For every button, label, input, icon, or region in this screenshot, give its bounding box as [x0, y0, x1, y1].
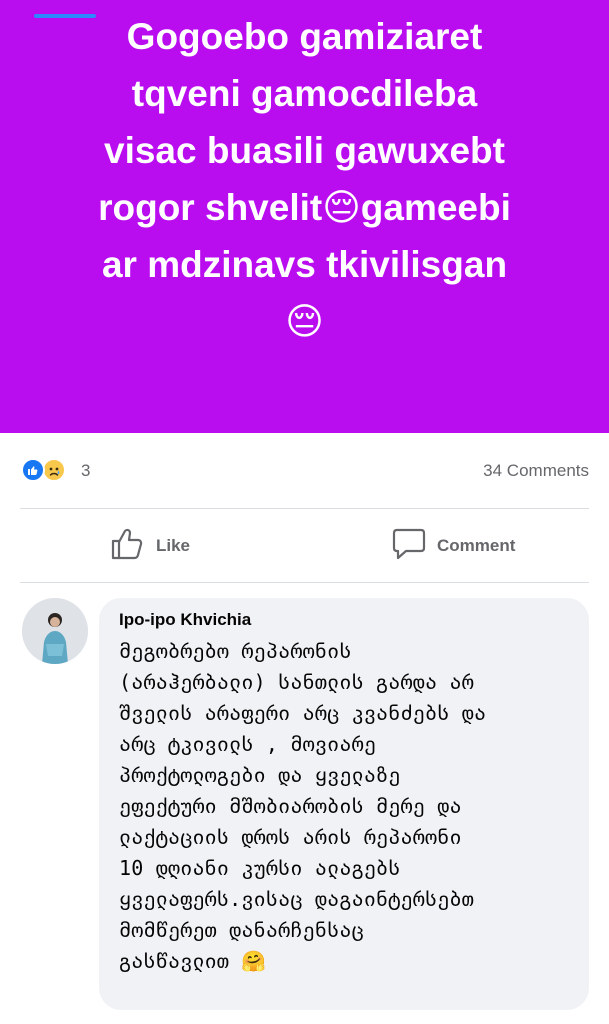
post-text: Gogoebo gamiziaret tqveni gamocdileba vi… — [98, 16, 511, 342]
thumbs-up-icon — [110, 527, 146, 566]
post-actions: Like Comment — [0, 510, 609, 582]
avatar[interactable] — [22, 598, 88, 664]
comment-author[interactable]: Ipo-ipo Khvichia — [119, 610, 251, 630]
comments-count[interactable]: 34 Comments — [483, 461, 589, 481]
reaction-count[interactable]: 3 — [81, 461, 90, 481]
like-reaction-icon — [21, 458, 45, 482]
divider — [20, 508, 589, 509]
comment-button[interactable]: Comment — [391, 528, 515, 564]
sad-reaction-icon — [42, 458, 66, 482]
comment-icon — [391, 527, 427, 566]
reaction-summary[interactable]: 3 34 Comments — [0, 447, 609, 493]
post-background: Gogoebo gamiziaret tqveni gamocdileba vi… — [0, 0, 609, 433]
comment-label: Comment — [437, 536, 516, 555]
comment-text: მეგობრებო რეპარონის (არაჰერბალი) სანთლის… — [119, 639, 487, 973]
like-label: Like — [156, 536, 191, 555]
like-button[interactable]: Like — [110, 528, 190, 564]
comment-bubble[interactable]: Ipo-ipo Khvichia მეგობრებო რეპარონის (არ… — [99, 598, 589, 1010]
divider — [20, 582, 589, 583]
